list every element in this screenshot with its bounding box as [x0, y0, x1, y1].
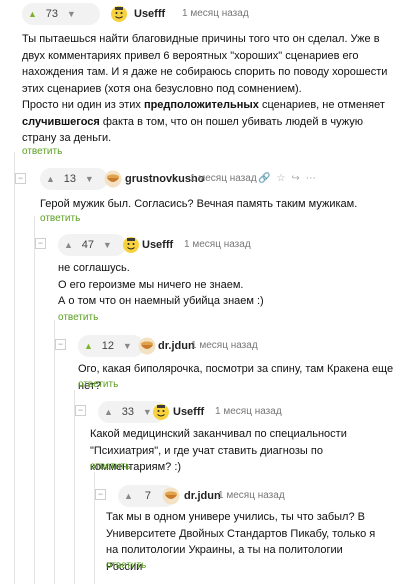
comment-header: ▲ 47 ▼ Usefff 1 месяц назад — [58, 232, 400, 258]
comment-username[interactable]: Usefff — [142, 239, 173, 251]
comment-header: ▲ 12 ▼ dr.jdun 1 месяц назад — [78, 333, 400, 359]
downvote-icon[interactable]: ▼ — [67, 9, 76, 19]
downvote-icon[interactable]: ▼ — [103, 240, 112, 250]
comment-date: 1 месяц назад — [215, 406, 282, 417]
yellow-emoji-avatar-icon — [153, 404, 169, 420]
comment-score: 47 — [81, 239, 95, 251]
comment-header: ▲ 73 ▼ Usefff 1 месяц назад — [22, 1, 400, 27]
comment-username[interactable]: Usefff — [134, 8, 165, 20]
yellow-emoji-avatar-icon — [111, 6, 127, 22]
reply-link[interactable]: ответить — [106, 560, 146, 571]
thread-line — [74, 390, 75, 584]
comment-body: Так мы в одном универе учились, ты что з… — [106, 511, 376, 573]
reply-link[interactable]: ответить — [40, 213, 80, 224]
thread-line — [14, 152, 15, 584]
upvote-icon[interactable]: ▲ — [104, 407, 113, 417]
comment-paragraph: Ты пытаешься найти благовидные причины т… — [22, 33, 388, 95]
collapse-thread-button[interactable]: − — [15, 173, 26, 184]
comment-username[interactable]: dr.jdun — [184, 490, 221, 502]
comment-line: А о том что он наемный убийца знаем :) — [58, 295, 264, 307]
link-icon[interactable]: 🔗 — [258, 172, 270, 186]
comment-score: 7 — [144, 490, 151, 502]
comment-score: 13 — [63, 173, 77, 185]
bold-text: предположительных — [143, 99, 259, 111]
reply-link[interactable]: ответить — [22, 146, 62, 157]
comment-username[interactable]: dr.jdun — [158, 340, 195, 352]
avatar[interactable] — [104, 170, 122, 188]
reply-link[interactable]: ответить — [78, 379, 118, 390]
comment-score: 33 — [121, 406, 135, 418]
downvote-icon[interactable]: ▼ — [143, 407, 152, 417]
downvote-icon[interactable]: ▼ — [85, 174, 94, 184]
comment-date: 1 месяц назад — [182, 8, 249, 19]
comment-body: не соглашусь. О его героизме мы ничего н… — [58, 260, 396, 310]
yellow-emoji-avatar-icon — [123, 237, 139, 253]
comment: ▲ 7 ▼ dr.jdun 1 месяц назад Так мы в одн… — [106, 483, 400, 583]
vote-control: ▲ 13 ▼ — [40, 168, 108, 190]
vote-control: ▲ 47 ▼ — [58, 234, 126, 256]
comment-date: 1 месяц назад — [190, 173, 257, 184]
collapse-thread-button[interactable]: − — [35, 238, 46, 249]
vote-control: ▲ 73 ▼ — [22, 3, 100, 25]
collapse-thread-button[interactable]: − — [95, 489, 106, 500]
comment-line: не соглашусь. — [58, 262, 130, 274]
avatar[interactable] — [122, 236, 140, 254]
downvote-icon[interactable]: ▼ — [123, 341, 132, 351]
avatar[interactable] — [162, 487, 180, 505]
avatar[interactable] — [138, 337, 156, 355]
share-icon[interactable]: ↪ — [291, 172, 299, 186]
bookmark-icon[interactable]: ☆ — [276, 172, 285, 186]
collapse-thread-button[interactable]: − — [55, 339, 66, 350]
reply-link[interactable]: ответить — [58, 312, 98, 323]
comment-date: 1 месяц назад — [184, 239, 251, 250]
bowl-avatar-icon — [162, 487, 180, 505]
comment-tools: 🔗 ☆ ↪ ⋯ — [258, 172, 316, 186]
more-icon[interactable]: ⋯ — [306, 172, 316, 186]
comment-body: Ого, какая биполярочка, посмотри за спин… — [78, 363, 394, 392]
avatar[interactable] — [152, 403, 170, 421]
bowl-avatar-icon — [138, 337, 156, 355]
upvote-icon[interactable]: ▲ — [46, 174, 55, 184]
comment-score: 12 — [101, 340, 115, 352]
comment-header: ▲ 33 ▼ Usefff 1 месяц назад — [98, 399, 400, 425]
comment: ▲ 47 ▼ Usefff 1 месяц назад не соглашусь… — [58, 232, 400, 326]
upvote-icon[interactable]: ▲ — [124, 491, 133, 501]
bold-text: случившегося — [22, 115, 100, 128]
comment-body: Какой медицинский заканчивал по специаль… — [90, 428, 347, 473]
upvote-icon[interactable]: ▲ — [84, 341, 93, 351]
reply-link[interactable]: ответить — [90, 461, 130, 472]
comment-score: 73 — [45, 8, 59, 20]
vote-control: ▲ 12 ▼ — [78, 335, 144, 357]
comment-body: Герой мужик был. Согласись? Вечная памят… — [40, 198, 358, 210]
comment-header: ▲ 13 ▼ grustnovkusno 1 месяц назад 🔗 ☆ ↪… — [40, 166, 400, 192]
comment-date: 1 месяц назад — [191, 340, 258, 351]
comment-body: Ты пытаешься найти благовидные причины т… — [22, 31, 394, 147]
comment: ▲ 13 ▼ grustnovkusno 1 месяц назад 🔗 ☆ ↪… — [40, 166, 400, 226]
avatar[interactable] — [110, 5, 128, 23]
comment-date: 1 месяц назад — [218, 490, 285, 501]
comment-header: ▲ 7 ▼ dr.jdun 1 месяц назад — [118, 483, 400, 509]
thread-line — [54, 320, 55, 584]
comment: ▲ 73 ▼ Usefff 1 месяц назад Ты пытаешься… — [22, 1, 400, 161]
comment: ▲ 33 ▼ Usefff 1 месяц назад Какой медици… — [90, 399, 400, 477]
collapse-thread-button[interactable]: − — [75, 405, 86, 416]
upvote-icon[interactable]: ▲ — [28, 9, 37, 19]
comment-line: О его героизме мы ничего не знаем. — [58, 278, 244, 291]
upvote-icon[interactable]: ▲ — [64, 240, 73, 250]
comment-username[interactable]: Usefff — [173, 406, 204, 418]
comment-paragraph: Просто ни один из этих предположительных… — [22, 99, 385, 144]
thread-line — [34, 216, 35, 584]
comment: ▲ 12 ▼ dr.jdun 1 месяц назад Ого, какая … — [78, 333, 400, 393]
bowl-avatar-icon — [104, 170, 122, 188]
